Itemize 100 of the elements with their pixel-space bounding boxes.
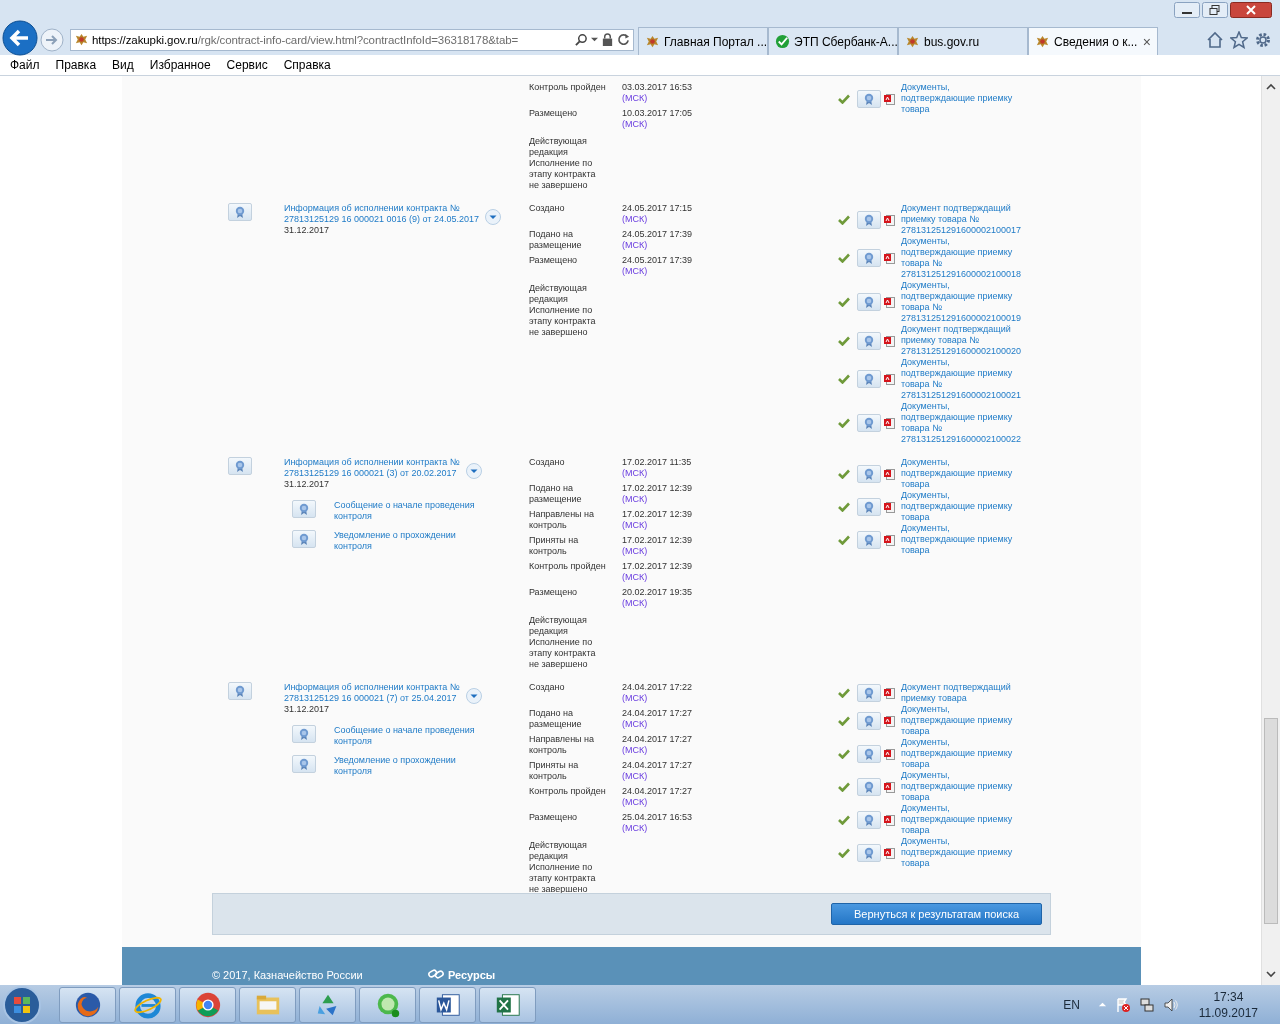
menu-item[interactable]: Справка bbox=[283, 58, 331, 72]
home-icon[interactable] bbox=[1206, 30, 1224, 49]
document-link[interactable]: Документы, подтверждающие приемку товара bbox=[900, 737, 1019, 770]
address-field[interactable]: https://zakupki.gov.ru/rgk/contract-info-card/view.html?contractInfoId=36318178&tab= bbox=[70, 28, 634, 51]
document-link[interactable]: Документы, подтверждающие приемку товара bbox=[900, 803, 1019, 836]
star-icon[interactable] bbox=[1230, 30, 1248, 49]
refresh-icon[interactable] bbox=[617, 33, 630, 46]
document-link[interactable]: Уведомление о прохождении контроля bbox=[333, 755, 484, 777]
flag-icon[interactable] bbox=[1114, 996, 1131, 1013]
pdf-file-icon[interactable] bbox=[883, 500, 895, 513]
pdf-file-icon[interactable] bbox=[883, 467, 895, 480]
certificate-button[interactable] bbox=[856, 464, 881, 483]
document-link[interactable]: Документы, подтверждающие приемку товара bbox=[900, 82, 1019, 115]
taskbar-app-button[interactable] bbox=[179, 986, 236, 1023]
certificate-button[interactable] bbox=[856, 744, 881, 763]
document-link[interactable]: Документы, подтверждающие приемку товара № 278131251291600002100022 bbox=[900, 401, 1019, 445]
resources-link[interactable]: Ресурсы bbox=[447, 970, 496, 981]
scrollbar[interactable] bbox=[1261, 76, 1280, 985]
menu-item[interactable]: Избранное bbox=[149, 58, 211, 72]
certificate-button[interactable] bbox=[291, 530, 316, 548]
certificate-button[interactable] bbox=[856, 249, 881, 267]
restore-button[interactable] bbox=[1202, 2, 1228, 18]
document-link[interactable]: Документы, подтверждающие приемку товара bbox=[900, 770, 1019, 803]
certificate-button[interactable] bbox=[856, 810, 881, 829]
scroll-down-icon[interactable] bbox=[1265, 969, 1277, 979]
certificate-button[interactable] bbox=[856, 293, 881, 311]
taskbar-app-button[interactable] bbox=[59, 986, 116, 1023]
network-icon[interactable] bbox=[1138, 996, 1155, 1013]
pdf-file-icon[interactable] bbox=[883, 213, 895, 226]
forward-button[interactable] bbox=[40, 27, 64, 52]
certificate-button[interactable] bbox=[227, 457, 252, 475]
document-link[interactable]: Документы, подтверждающие приемку товара bbox=[900, 704, 1019, 737]
start-button[interactable] bbox=[2, 984, 42, 1024]
settings-icon[interactable] bbox=[1254, 30, 1272, 49]
certificate-button[interactable] bbox=[856, 331, 881, 350]
tab-close-button[interactable]: × bbox=[1142, 33, 1151, 50]
certificate-button[interactable] bbox=[856, 414, 881, 432]
document-link[interactable]: Документы, подтверждающие приемку товара bbox=[900, 490, 1019, 523]
certificate-button[interactable] bbox=[856, 711, 881, 730]
pdf-file-icon[interactable] bbox=[883, 373, 895, 385]
document-link[interactable]: Документы, подтверждающие приемку товара bbox=[900, 836, 1019, 869]
pdf-file-icon[interactable] bbox=[883, 296, 895, 308]
document-link[interactable]: Документы, подтверждающие приемку товара № 278131251291600002100018 bbox=[900, 236, 1019, 280]
document-link[interactable]: Документы, подтверждающие приемку товара № 278131251291600002100021 bbox=[900, 357, 1019, 401]
search-icon[interactable] bbox=[575, 33, 588, 46]
certificate-button[interactable] bbox=[856, 684, 881, 702]
certificate-button[interactable] bbox=[291, 755, 316, 773]
document-link[interactable]: Документ подтверждащий приемку товара № 278131251291600002100017 bbox=[900, 203, 1019, 236]
pdf-file-icon[interactable] bbox=[883, 813, 895, 826]
expand-toggle[interactable] bbox=[465, 463, 482, 479]
document-link[interactable]: Документы, подтверждающие приемку товара bbox=[900, 457, 1019, 490]
pdf-file-icon[interactable] bbox=[883, 334, 895, 347]
certificate-button[interactable] bbox=[856, 210, 881, 229]
certificate-button[interactable] bbox=[291, 500, 316, 518]
browser-tab[interactable]: bus.gov.ru bbox=[898, 27, 1028, 55]
contract-info-link[interactable]: Информация об исполнении контракта № 27813125129 16 000021 (3) от 20.02.2017 bbox=[283, 457, 460, 479]
close-button[interactable] bbox=[1230, 2, 1272, 18]
pdf-file-icon[interactable] bbox=[883, 714, 895, 727]
certificate-button[interactable] bbox=[856, 843, 881, 862]
pdf-file-icon[interactable] bbox=[883, 92, 895, 105]
minimize-button[interactable] bbox=[1174, 2, 1200, 18]
document-link[interactable]: Сообщение о начале проведения контроля bbox=[333, 725, 484, 747]
pdf-file-icon[interactable] bbox=[883, 417, 895, 429]
scroll-thumb[interactable] bbox=[1264, 718, 1278, 924]
menu-item[interactable]: Файл bbox=[10, 58, 40, 72]
contract-info-link[interactable]: Информация об исполнении контракта № 27813125129 16 000021 0016 (9) от 24.05.2017 bbox=[283, 203, 479, 225]
contract-info-link[interactable]: Информация об исполнении контракта № 27813125129 16 000021 (7) от 25.04.2017 bbox=[283, 682, 460, 704]
menu-item[interactable]: Вид bbox=[112, 58, 134, 72]
certificate-button[interactable] bbox=[856, 530, 881, 549]
certificate-button[interactable] bbox=[291, 725, 316, 743]
menu-item[interactable]: Сервис bbox=[226, 58, 268, 72]
browser-tab[interactable]: Главная Портал ... bbox=[638, 27, 768, 55]
expand-toggle[interactable] bbox=[485, 209, 501, 225]
pdf-file-icon[interactable] bbox=[883, 747, 895, 760]
certificate-button[interactable] bbox=[227, 203, 252, 221]
certificate-button[interactable] bbox=[856, 89, 881, 108]
pdf-file-icon[interactable] bbox=[883, 780, 895, 793]
menu-item[interactable]: Правка bbox=[55, 58, 97, 72]
certificate-button[interactable] bbox=[856, 777, 881, 796]
document-link[interactable]: Документ подтверждащий приемку товара bbox=[900, 682, 1019, 704]
clock-date[interactable]: 11.09.2017 bbox=[1198, 1004, 1258, 1021]
document-link[interactable]: Документы, подтверждающие приемку товара bbox=[900, 523, 1019, 556]
document-link[interactable]: Документ подтверждащий приемку товара № 278131251291600002100020 bbox=[900, 324, 1019, 357]
scroll-up-icon[interactable] bbox=[1265, 82, 1277, 92]
pdf-file-icon[interactable] bbox=[883, 533, 895, 546]
certificate-button[interactable] bbox=[856, 370, 881, 388]
expand-toggle[interactable] bbox=[465, 688, 482, 704]
pdf-file-icon[interactable] bbox=[883, 846, 895, 859]
pdf-file-icon[interactable] bbox=[883, 252, 895, 264]
back-to-results-button[interactable]: Вернуться к результатам поиска bbox=[831, 903, 1043, 925]
certificate-button[interactable] bbox=[227, 682, 252, 700]
browser-tab[interactable]: Сведения о к... × bbox=[1028, 27, 1158, 55]
certificate-button[interactable] bbox=[856, 497, 881, 516]
back-button[interactable] bbox=[2, 19, 38, 56]
pdf-file-icon[interactable] bbox=[883, 687, 895, 699]
document-link[interactable]: Документы, подтверждающие приемку товара № 278131251291600002100019 bbox=[900, 280, 1019, 324]
taskbar-app-button[interactable] bbox=[479, 986, 536, 1023]
speaker-icon[interactable] bbox=[1162, 996, 1179, 1013]
browser-tab[interactable]: ЭТП Сбербанк-А... bbox=[768, 27, 898, 55]
language-indicator[interactable]: EN bbox=[1063, 997, 1080, 1012]
